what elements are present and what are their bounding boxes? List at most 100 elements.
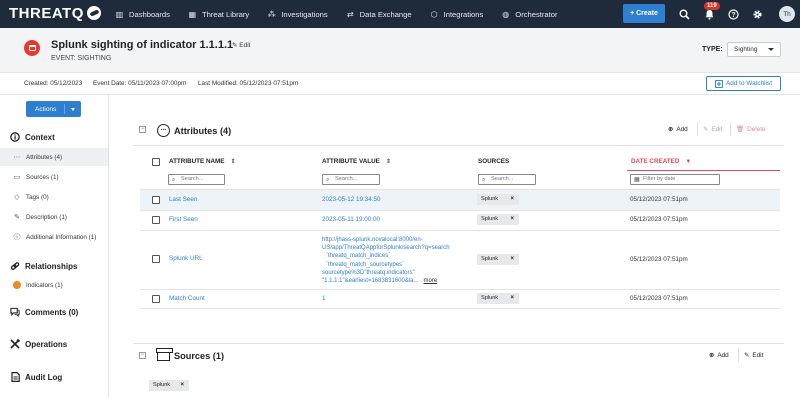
close-icon[interactable]: ×	[510, 293, 514, 304]
name-search-input[interactable]: ⌕ Search...	[168, 174, 225, 185]
attribute-name-link[interactable]: Splunk URL	[169, 255, 203, 262]
source-chip[interactable]: Splunk ×	[149, 380, 189, 391]
actions-button[interactable]: Actions	[26, 101, 81, 117]
calendar-event-icon	[24, 40, 40, 56]
attribute-value-url[interactable]: http://jhass-splunk.novalocal:8000/en- US…	[322, 236, 482, 285]
gear-icon[interactable]	[750, 7, 764, 21]
operations-section-header[interactable]: Operations	[10, 339, 67, 349]
object-type-subtitle: EVENT: SIGHTING	[51, 55, 112, 62]
value-search-input[interactable]: ⌕ Search...	[322, 174, 380, 185]
create-button[interactable]: + Create	[623, 4, 665, 23]
attribute-value[interactable]: 2023-05-11 19:00:00	[322, 216, 380, 223]
search-icon[interactable]	[677, 7, 691, 21]
column-header-attribute-value[interactable]: ATTRIBUTE VALUE ⇕	[322, 158, 391, 165]
row-checkbox[interactable]	[152, 255, 160, 263]
description-icon: ✎	[14, 214, 20, 221]
comments-section-header[interactable]: Comments (0)	[10, 307, 78, 317]
url-line: `threatq_match_indices`	[326, 253, 391, 260]
sort-icon: ⇕	[385, 159, 391, 165]
document-icon	[10, 372, 20, 382]
comment-icon	[10, 307, 20, 317]
pencil-icon: ✎	[703, 126, 709, 133]
nav-dashboards[interactable]: ▥ Dashboards	[115, 10, 170, 19]
orchestrator-icon: ◍	[502, 9, 510, 19]
context-section-header[interactable]: Context	[10, 132, 55, 142]
row-checkbox[interactable]	[152, 295, 160, 303]
library-icon: ▦	[188, 9, 197, 19]
notification-badge: 119	[704, 2, 720, 10]
type-select[interactable]: Sighting	[727, 42, 781, 57]
close-icon[interactable]: ×	[510, 254, 514, 265]
active-sort-underline	[627, 170, 780, 171]
edit-title-link[interactable]: ✎ Edit	[232, 41, 250, 49]
date-created: 05/12/2023 07:51pm	[630, 216, 688, 223]
source-chip[interactable]: Splunk ×	[477, 194, 519, 205]
source-chip[interactable]: Splunk ×	[477, 293, 519, 304]
link-icon	[10, 261, 20, 271]
nav-orchestrator[interactable]: ◍ Orchestrator	[501, 10, 557, 19]
sidebar-item-tags[interactable]: ◇ Tags (0)	[0, 188, 108, 206]
nav-integrations[interactable]: ⬡ Integrations	[430, 10, 484, 19]
plus-icon: ⊕	[668, 126, 674, 133]
audit-log-section-header[interactable]: Audit Log	[10, 372, 62, 382]
date-filter-input[interactable]: ▦ Filter by date	[630, 174, 720, 185]
object-header: Splunk sighting of indicator 1.1.1.1 ✎ E…	[0, 28, 800, 73]
nav-data-exchange[interactable]: ⇄ Data Exchange	[346, 10, 412, 19]
delete-attribute-button[interactable]: 🗑 Delete	[736, 125, 766, 134]
url-line: "1.1.1.1"&earliest=1683831600&la... more	[322, 278, 438, 285]
source-chip[interactable]: Splunk ×	[477, 254, 519, 265]
url-line: US/app/ThreatQAppforSplunk/search?q=sear…	[322, 245, 450, 252]
attribute-name-link[interactable]: Match Count	[169, 295, 205, 302]
add-to-watchlist-button[interactable]: Add to Watchlist	[706, 76, 781, 91]
toolbar-divider	[730, 122, 731, 136]
trash-icon: 🗑	[736, 126, 745, 133]
bar-chart-icon: ▥	[115, 9, 124, 19]
sources-icon: ▭	[13, 174, 21, 181]
integrations-icon: ⬡	[430, 9, 438, 19]
relationships-section-header[interactable]: Relationships	[10, 261, 77, 271]
close-icon[interactable]: ×	[510, 194, 514, 205]
row-checkbox[interactable]	[152, 216, 160, 224]
column-header-sources[interactable]: SOURCES	[478, 158, 509, 165]
attribute-name-link[interactable]: First Seen	[169, 216, 198, 223]
source-chip[interactable]: Splunk ×	[477, 214, 519, 225]
sidebar-item-indicators[interactable]: Indicators (1)	[0, 276, 108, 294]
attribute-value[interactable]: 1	[322, 295, 326, 302]
edit-attribute-button[interactable]: ✎ Edit	[703, 125, 722, 134]
sources-search-input[interactable]: ⌕ Search...	[478, 174, 536, 185]
more-link[interactable]: more	[424, 278, 438, 284]
attribute-name-link[interactable]: Last Seen	[169, 196, 197, 203]
close-icon[interactable]: ×	[180, 380, 184, 391]
attribute-value[interactable]: 2023-05-12 19:34:50	[322, 196, 380, 203]
sidebar-item-additional-information[interactable]: ⓘ Additional Information (1)	[0, 228, 108, 246]
sidebar-item-description[interactable]: ✎ Description (1)	[0, 208, 108, 226]
threatq-logo[interactable]: THREATQ	[9, 5, 101, 22]
close-icon[interactable]: ×	[510, 214, 514, 225]
ellipsis-icon: ···	[157, 124, 170, 137]
meta-bar: Created: 05/12/2023 Event Date: 05/11/20…	[0, 73, 800, 95]
collapse-attributes-toggle[interactable]: −	[139, 126, 146, 133]
column-header-attribute-name[interactable]: ATTRIBUTE NAME ⇕	[169, 158, 236, 165]
calendar-icon: ▦	[634, 177, 640, 183]
event-date: Event Date: 05/11/2023 07:00pm	[93, 80, 187, 87]
edit-source-button[interactable]: ✎ Edit	[744, 351, 763, 360]
sidebar-item-sources[interactable]: ▭ Sources (1)	[0, 168, 108, 186]
created-date: Created: 05/12/2023	[24, 80, 83, 87]
nav-investigations[interactable]: ⁂ Investigations	[267, 10, 328, 19]
nav-threat-library[interactable]: ▦ Threat Library	[188, 9, 250, 19]
add-source-button[interactable]: ⊕ Add	[709, 351, 729, 360]
search-icon: ⌕	[326, 177, 330, 183]
sidebar-item-attributes[interactable]: ⋯ Attributes (4)	[0, 148, 108, 166]
row-checkbox[interactable]	[152, 196, 160, 204]
column-header-date-created[interactable]: DATE CREATED ▼	[631, 158, 691, 165]
section-divider	[134, 343, 784, 344]
url-line: `threatq_match_sourcetypes`	[326, 261, 405, 268]
user-avatar[interactable]: Th	[779, 6, 795, 22]
add-attribute-button[interactable]: ⊕ Add	[668, 125, 688, 134]
url-line: http://jhass-splunk.novalocal:8000/en-	[322, 237, 423, 243]
date-created: 05/12/2023 07:51pm	[630, 256, 688, 263]
sort-desc-icon: ▼	[685, 159, 692, 165]
collapse-sources-toggle[interactable]: −	[139, 352, 146, 359]
help-icon[interactable]: ?	[726, 7, 740, 21]
select-all-checkbox[interactable]	[152, 158, 160, 166]
